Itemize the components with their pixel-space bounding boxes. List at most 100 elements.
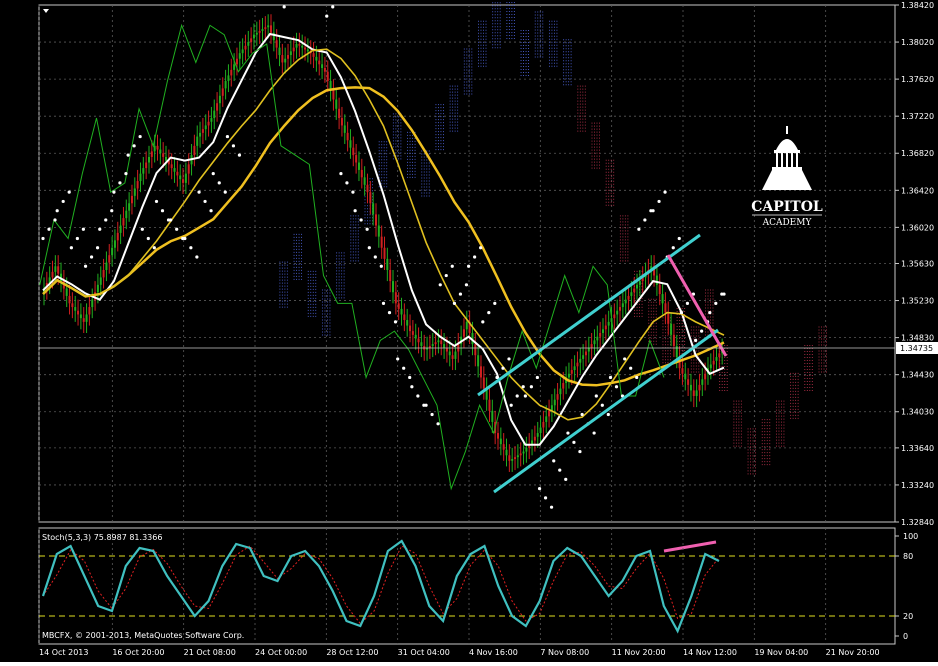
chart-menu-arrow-icon[interactable] xyxy=(43,9,49,13)
price-axis: 1.38420 1.38020 1.37620 1.37220 1.36820 1.364… xyxy=(895,1,934,527)
candle-body xyxy=(400,308,403,315)
candle-body xyxy=(695,390,698,396)
candle-body xyxy=(531,440,534,445)
sar-dot xyxy=(223,190,227,194)
candle-body xyxy=(684,373,687,380)
candle-body xyxy=(582,355,585,359)
price-tick-label: 1.37620 xyxy=(901,75,934,84)
candle-body xyxy=(488,399,491,411)
candle-body xyxy=(553,399,556,406)
candle-body xyxy=(281,55,284,63)
candle-body xyxy=(389,269,392,282)
candle-body xyxy=(159,149,162,154)
sar-dot xyxy=(495,375,499,380)
candle-body xyxy=(403,314,406,321)
candle-body xyxy=(718,353,721,358)
candle-body xyxy=(179,175,182,180)
sar-dot xyxy=(81,227,85,231)
sar-dot xyxy=(549,505,554,509)
candle-body xyxy=(497,433,499,439)
time-tick-label: 31 Oct 04:00 xyxy=(398,648,450,657)
sar-dot xyxy=(169,218,173,222)
candle-body xyxy=(414,334,417,339)
candle-body xyxy=(443,344,446,348)
candle-body xyxy=(536,433,539,437)
candle-body xyxy=(133,188,136,196)
candle-body xyxy=(621,303,624,308)
sar-dot xyxy=(566,431,570,435)
candle-body xyxy=(363,177,366,185)
candle-body xyxy=(638,281,641,285)
candle-body xyxy=(448,351,451,356)
sar-dot xyxy=(623,357,627,361)
candle-body xyxy=(698,384,701,391)
candle-body xyxy=(99,277,102,285)
kijun-sen-line xyxy=(42,48,725,421)
sar-dot xyxy=(189,246,193,250)
sar-dot xyxy=(410,385,414,389)
sar-dot xyxy=(282,5,286,9)
sar-dot xyxy=(722,292,726,296)
candle-body xyxy=(428,345,431,348)
candle-body xyxy=(204,125,207,130)
time-tick-label: 16 Oct 20:00 xyxy=(112,648,164,657)
candle-body xyxy=(230,69,233,76)
candle-body xyxy=(252,34,255,39)
sar-dot xyxy=(41,236,45,241)
candle-body xyxy=(284,58,287,63)
candle-body xyxy=(570,370,573,374)
sar-dot xyxy=(69,246,73,250)
stoch-label: Stoch(5,3,3) 75.8987 81.3366 xyxy=(42,533,162,542)
sar-dot xyxy=(95,246,100,250)
sar-dot xyxy=(600,403,604,407)
sar-dot xyxy=(606,412,610,417)
stoch-lines xyxy=(41,539,720,634)
price-tick-label: 1.33640 xyxy=(901,444,934,453)
candle-body xyxy=(624,299,627,304)
candle-body xyxy=(326,71,329,81)
sar-dot xyxy=(381,301,386,305)
sar-dot xyxy=(132,144,136,148)
sar-dot xyxy=(237,153,242,157)
candle-body xyxy=(482,377,485,389)
candle-body xyxy=(125,210,128,219)
sar-dot xyxy=(572,440,576,444)
sar-dot xyxy=(387,311,392,315)
sar-dot xyxy=(543,496,548,500)
candle-body xyxy=(593,340,596,345)
candle-body xyxy=(349,140,352,148)
candle-body xyxy=(267,25,270,28)
candle-body xyxy=(173,168,176,172)
candle-body xyxy=(559,388,562,395)
sar-dot xyxy=(507,357,511,361)
candle-body xyxy=(289,51,292,56)
candle-body xyxy=(170,164,173,169)
candle-body xyxy=(636,284,639,289)
sar-dot xyxy=(217,181,221,185)
candle-body xyxy=(65,288,68,296)
candle-body xyxy=(264,27,267,30)
candle-body xyxy=(340,118,343,126)
sar-dot xyxy=(614,385,619,389)
sar-dot xyxy=(509,403,513,407)
candle-body xyxy=(68,295,71,304)
sar-dot xyxy=(61,199,65,204)
time-tick-label: 14 Nov 12:00 xyxy=(683,648,737,657)
sar-dot xyxy=(479,246,483,250)
sar-dot xyxy=(700,329,704,333)
price-tick-label: 1.34030 xyxy=(901,408,934,417)
candle-body xyxy=(576,362,579,367)
candle-body xyxy=(380,236,383,248)
candle-body xyxy=(692,390,695,396)
candle-body xyxy=(499,438,502,445)
candle-body xyxy=(508,455,511,461)
sar-dot xyxy=(124,172,128,176)
stoch-tick-label: 80 xyxy=(903,552,913,561)
sar-dot xyxy=(47,227,51,231)
sar-dot xyxy=(677,236,681,241)
sar-dot xyxy=(714,301,718,305)
candle-body xyxy=(54,266,57,272)
sar-dot xyxy=(537,487,542,491)
sar-dot xyxy=(481,320,485,324)
sar-dot xyxy=(160,209,165,213)
